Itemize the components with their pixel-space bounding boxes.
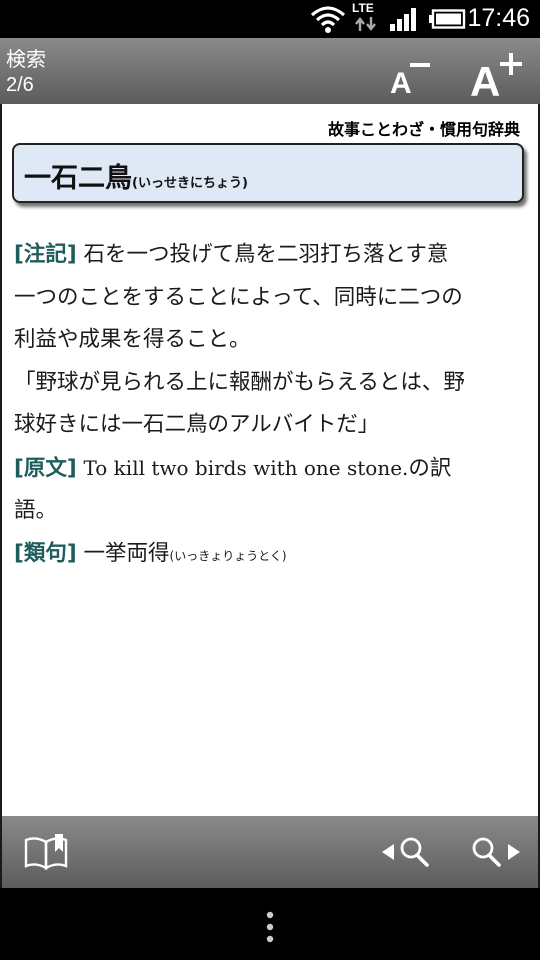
svg-text:A: A: [470, 58, 500, 100]
origin-line-2: 語。: [14, 498, 58, 523]
status-bar: LTE 17:46: [0, 0, 540, 38]
note-line-2: 一つのことをすることによって、同時に二つの: [14, 284, 463, 310]
font-decrease-icon: A: [390, 63, 430, 100]
headword-text: 一石二鳥: [24, 163, 132, 194]
note-text-1: 石を一つ投げて鳥を二羽打ち落とす意: [83, 242, 449, 267]
wifi-icon: [310, 6, 346, 33]
synonym-line: [類句] 一挙両得(いっきょりょうとく): [14, 533, 526, 578]
origin-suffix: の訳: [408, 455, 452, 481]
status-time: 17:46: [467, 4, 530, 32]
example-line-1: 「野球が見られる上に報酬がもらえるとは、野: [14, 369, 465, 395]
synonym-tag: [類句]: [14, 540, 77, 566]
origin-latin-text: To kill two birds with one stone.: [83, 455, 409, 480]
system-nav-bar: [0, 888, 540, 960]
entry-body: [注記] 石を一つ投げて鳥を二羽打ち落とす意 一つのことをすることによって、同時…: [14, 234, 526, 577]
search-previous-icon: [382, 837, 429, 867]
note-tag: [注記]: [14, 242, 77, 267]
svg-text:A: A: [390, 67, 412, 100]
note-line-1: [注記] 石を一つ投げて鳥を二羽打ち落とす意: [14, 234, 526, 277]
dictionary-name: 故事ことわざ・慣用句辞典: [327, 120, 520, 139]
synonym-word: 一挙両得: [83, 540, 170, 566]
page-title: 検索: [6, 47, 46, 71]
page-indicator: 2/6: [6, 74, 34, 96]
data-arrows-icon: [355, 17, 376, 31]
bookmark-button[interactable]: [22, 830, 72, 874]
font-decrease-button[interactable]: A: [380, 44, 450, 100]
font-increase-icon: A: [470, 53, 522, 105]
synonym-reading: (いっきょりょうとく): [169, 548, 287, 563]
signal-icon: [390, 8, 416, 31]
battery-icon: [429, 9, 466, 29]
search-next-button[interactable]: [468, 830, 528, 874]
headword-reading: (いっせきにちょう): [132, 176, 248, 191]
overflow-menu-icon[interactable]: [262, 910, 278, 944]
example-line-2: 球好きには一石二鳥のアルバイトだ」: [14, 412, 380, 437]
font-increase-button[interactable]: A: [462, 44, 532, 105]
search-next-icon: [472, 837, 520, 867]
bottom-toolbar: [2, 816, 538, 888]
header-bar: 検索 2/6 A A: [0, 38, 540, 105]
search-previous-button[interactable]: [378, 830, 438, 874]
note-line-3: 利益や成果を得ること。: [14, 327, 251, 352]
headword-box: 一石二鳥(いっせきにちょう): [12, 143, 524, 203]
headword: 一石二鳥(いっせきにちょう): [24, 156, 248, 195]
origin-tag: [原文]: [14, 455, 77, 481]
book-icon: [24, 834, 68, 871]
origin-line-1: [原文] To kill two birds with one stone.の訳: [14, 447, 526, 491]
lte-data-icon: LTE: [352, 1, 382, 35]
entry-content[interactable]: 故事ことわざ・慣用句辞典 一石二鳥(いっせきにちょう) [注記] 石を一つ投げて…: [2, 104, 538, 816]
lte-label: LTE: [352, 1, 374, 15]
